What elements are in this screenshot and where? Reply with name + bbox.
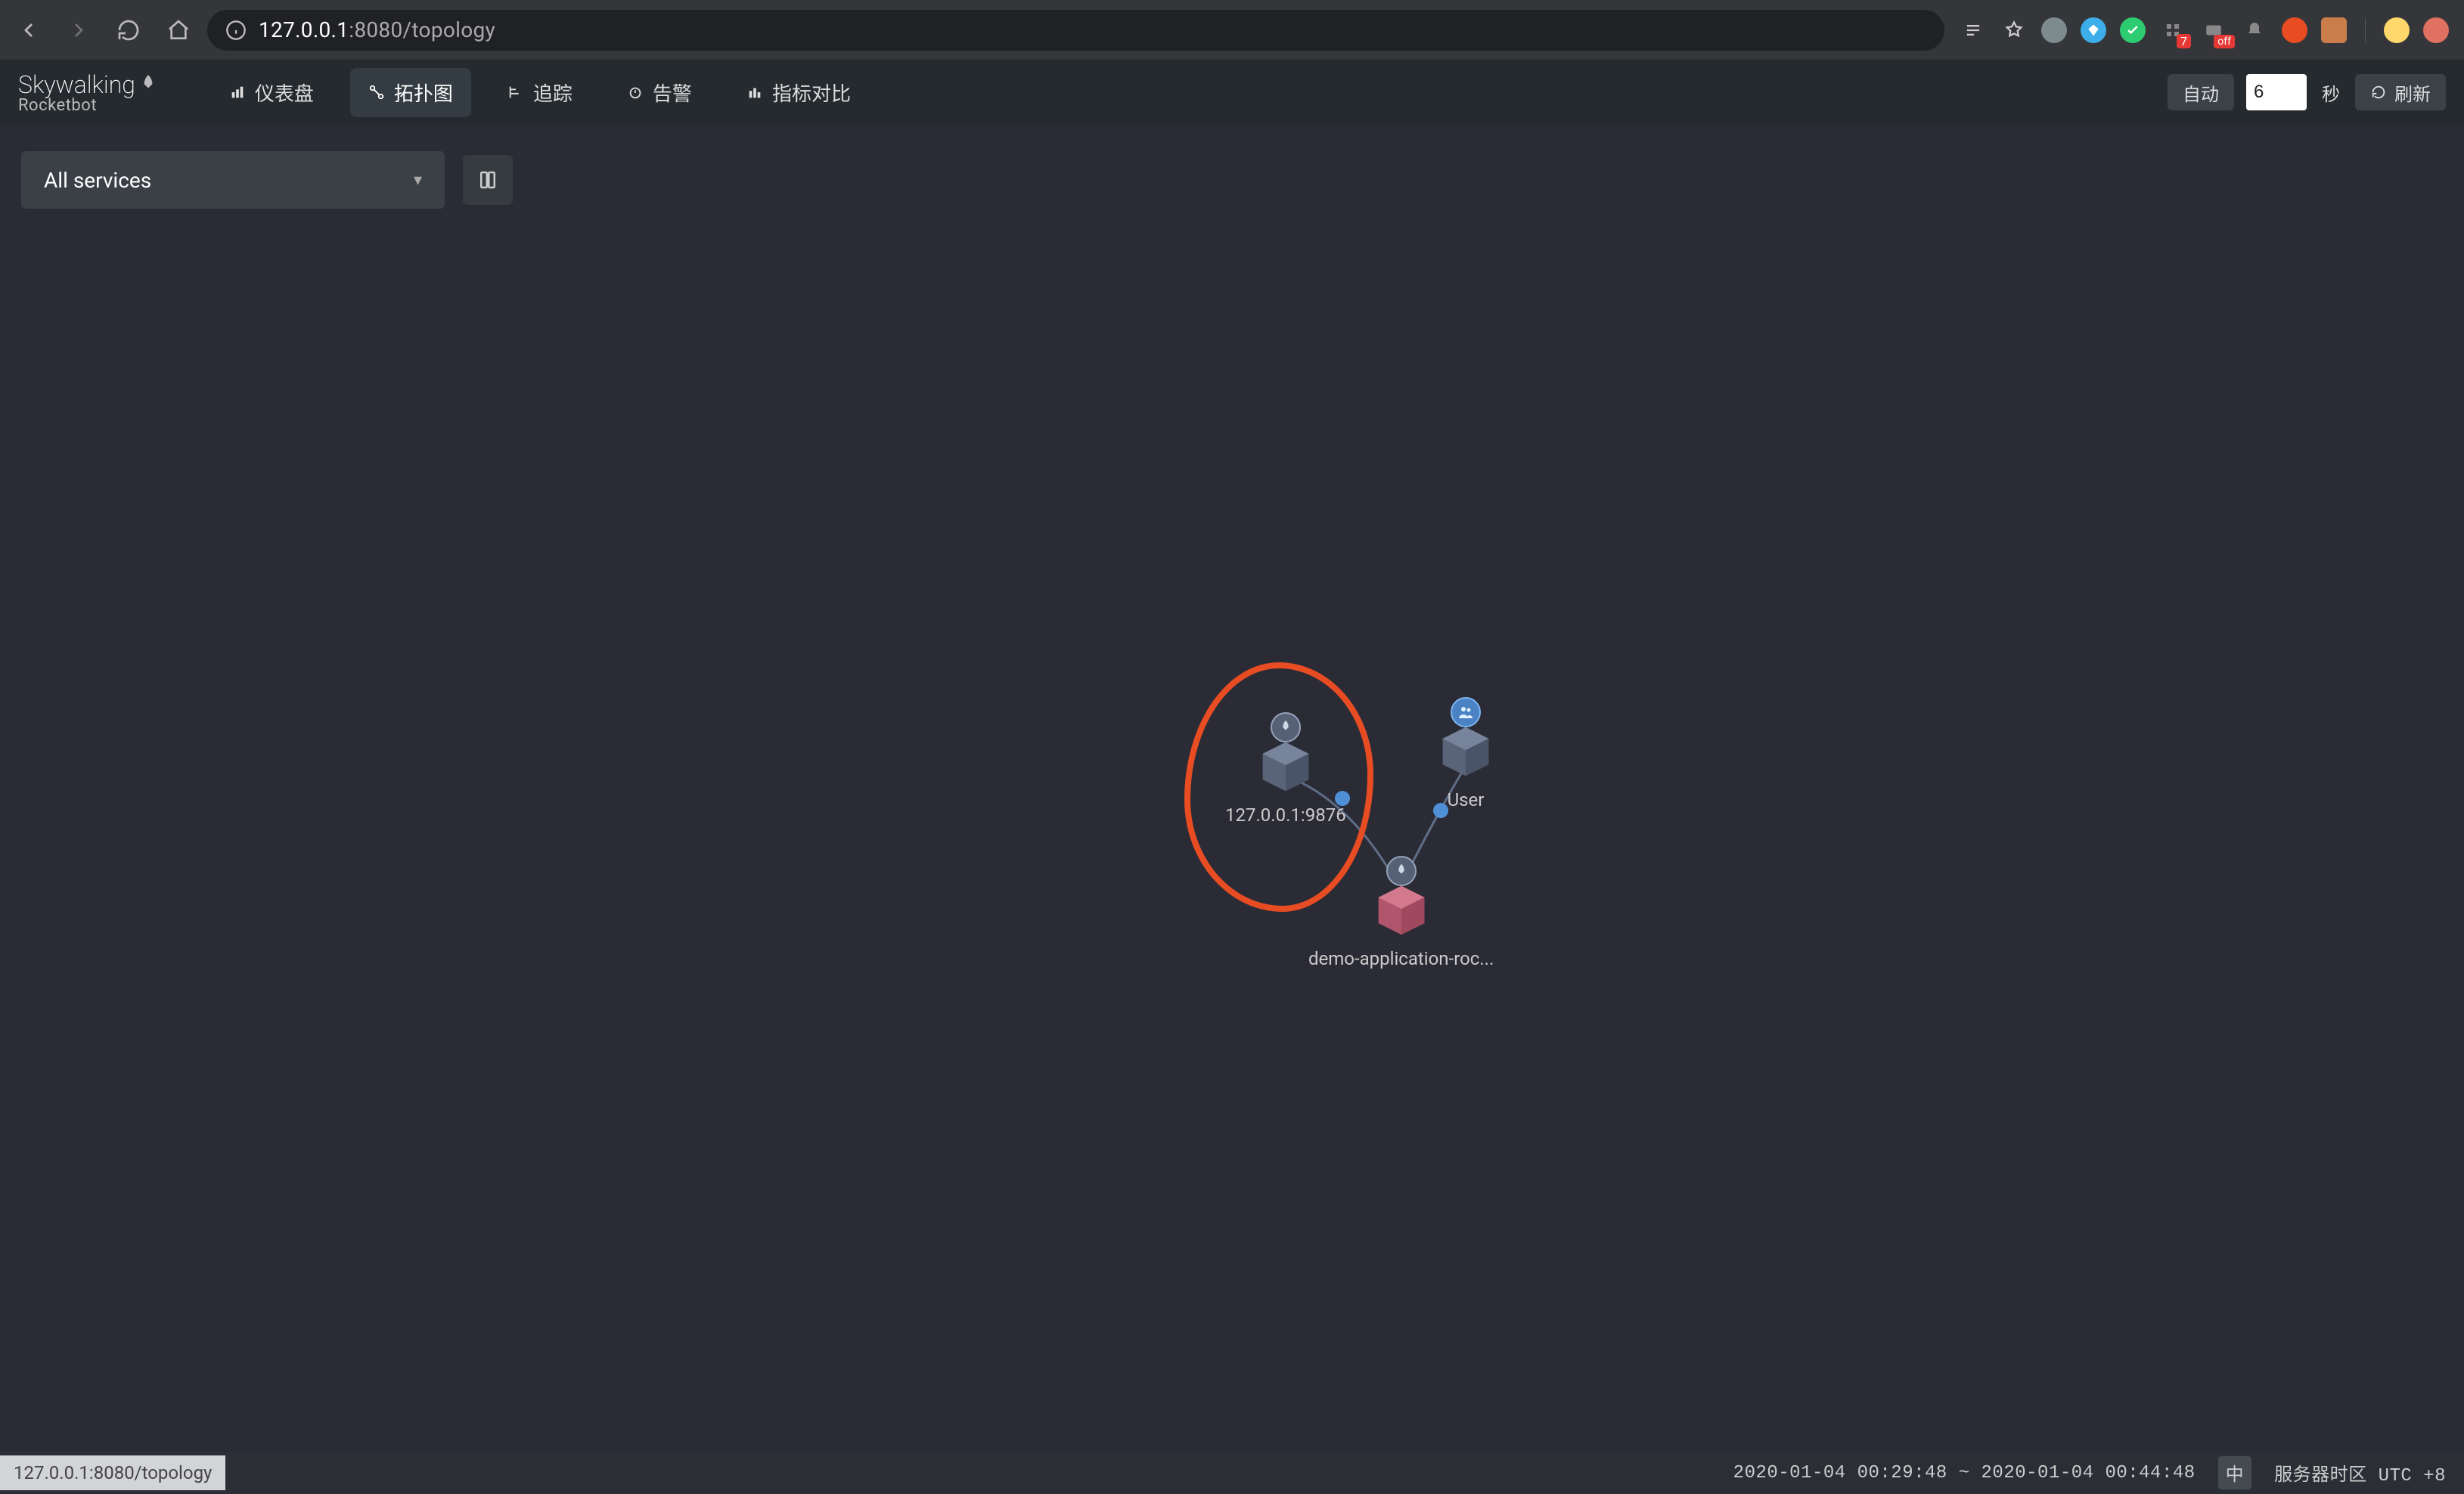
topology-node-user[interactable]: User	[1437, 723, 1494, 811]
status-bar: 127.0.0.1:8080/topology 2020-01-04 00:29…	[0, 1452, 2464, 1494]
auto-label: 自动	[2183, 79, 2219, 106]
back-button[interactable]	[15, 17, 42, 44]
profile-avatar-2[interactable]	[2423, 17, 2449, 43]
service-select[interactable]: All services ▾	[21, 151, 445, 209]
node-label: User	[1448, 789, 1485, 811]
bookmark-star-icon[interactable]	[2000, 17, 2028, 44]
tab-trace-label: 追踪	[533, 79, 573, 107]
status-right: 2020-01-04 00:29:48 ~ 2020-01-04 00:44:4…	[1733, 1456, 2446, 1489]
tab-alarm[interactable]: 告警	[609, 68, 710, 117]
app-header: Skywalking Rocketbot 仪表盘 拓扑图 追踪 告警 指标对比 …	[0, 60, 2464, 124]
refresh-button[interactable]: 刷新	[2355, 74, 2446, 110]
browser-extensions: 7 off	[1960, 17, 2449, 44]
tab-dashboard-label: 仪表盘	[255, 79, 314, 107]
forward-button[interactable]	[65, 17, 92, 44]
url-text: 127.0.0.1:8080/topology	[259, 17, 495, 42]
tool-button[interactable]	[463, 155, 513, 205]
profile-avatar[interactable]	[2384, 17, 2410, 43]
bar-chart-icon	[229, 84, 246, 101]
tab-topology[interactable]: 拓扑图	[350, 68, 471, 117]
ext-badge-orange[interactable]	[2282, 17, 2307, 43]
tab-alarm-label: 告警	[653, 79, 692, 107]
alarm-icon	[627, 84, 644, 101]
rocket-icon	[138, 73, 158, 93]
topology-node-app[interactable]: demo-application-roc...	[1308, 882, 1494, 969]
node-label: demo-application-roc...	[1308, 948, 1494, 969]
service-select-label: All services	[44, 168, 151, 193]
divider	[2365, 18, 2366, 42]
topology-node-mq[interactable]: 127.0.0.1:9876	[1225, 738, 1346, 826]
cube-icon	[1437, 723, 1494, 780]
time-range[interactable]: 2020-01-04 00:29:48 ~ 2020-01-04 00:44:4…	[1733, 1463, 2196, 1483]
tab-topology-label: 拓扑图	[394, 79, 453, 107]
url-host: 127.0.0.1	[259, 17, 349, 42]
tab-metrics-label: 指标对比	[772, 79, 851, 107]
topology-canvas[interactable]: 127.0.0.1:9876 User demo-application-roc…	[0, 209, 2464, 1441]
metrics-icon	[746, 84, 763, 101]
hover-url: 127.0.0.1:8080/topology	[0, 1455, 225, 1490]
seconds-label: 秒	[2319, 74, 2343, 110]
refresh-label: 刷新	[2394, 79, 2431, 106]
topology-icon	[368, 84, 385, 101]
address-bar[interactable]: 127.0.0.1:8080/topology	[207, 10, 1944, 51]
panel-icon	[476, 169, 499, 191]
browser-nav	[15, 17, 192, 44]
tab-dashboard[interactable]: 仪表盘	[211, 68, 332, 117]
logo-subtitle: Rocketbot	[18, 96, 158, 115]
topology-toolbar: All services ▾	[0, 124, 2464, 209]
cube-icon	[1373, 882, 1430, 939]
reader-icon[interactable]	[1960, 17, 1987, 44]
logo-title: Skywalking	[18, 70, 158, 99]
site-info-icon[interactable]	[225, 20, 247, 41]
trace-icon	[507, 84, 524, 101]
check-circle-icon[interactable]	[2120, 17, 2146, 43]
ext-badge-box[interactable]	[2321, 17, 2347, 43]
ext-badge-7[interactable]: 7	[2159, 17, 2186, 44]
tab-metrics[interactable]: 指标对比	[728, 68, 869, 117]
reload-button[interactable]	[115, 17, 142, 44]
browser-chrome: 127.0.0.1:8080/topology 7 off	[0, 0, 2464, 60]
header-controls: 自动 秒 刷新	[2168, 74, 2446, 110]
diamond-icon[interactable]	[2081, 17, 2106, 43]
home-button[interactable]	[165, 17, 192, 44]
cube-icon	[1257, 738, 1314, 795]
interval-input[interactable]	[2246, 74, 2307, 110]
url-rest: :8080/topology	[349, 17, 495, 42]
refresh-icon	[2370, 84, 2387, 101]
logo[interactable]: Skywalking Rocketbot	[18, 70, 158, 115]
tab-trace[interactable]: 追踪	[489, 68, 591, 117]
ext-badge-off[interactable]: off	[2200, 17, 2227, 44]
ext-badge-1[interactable]	[2041, 17, 2067, 43]
chevron-down-icon: ▾	[414, 171, 422, 190]
node-label: 127.0.0.1:9876	[1225, 804, 1346, 826]
bell-icon[interactable]	[2241, 17, 2268, 44]
timezone-label: 服务器时区 UTC +8	[2274, 1459, 2446, 1486]
nav-tabs: 仪表盘 拓扑图 追踪 告警 指标对比	[211, 68, 869, 117]
lang-toggle[interactable]: 中	[2218, 1456, 2252, 1489]
auto-refresh-button[interactable]: 自动	[2168, 74, 2234, 110]
